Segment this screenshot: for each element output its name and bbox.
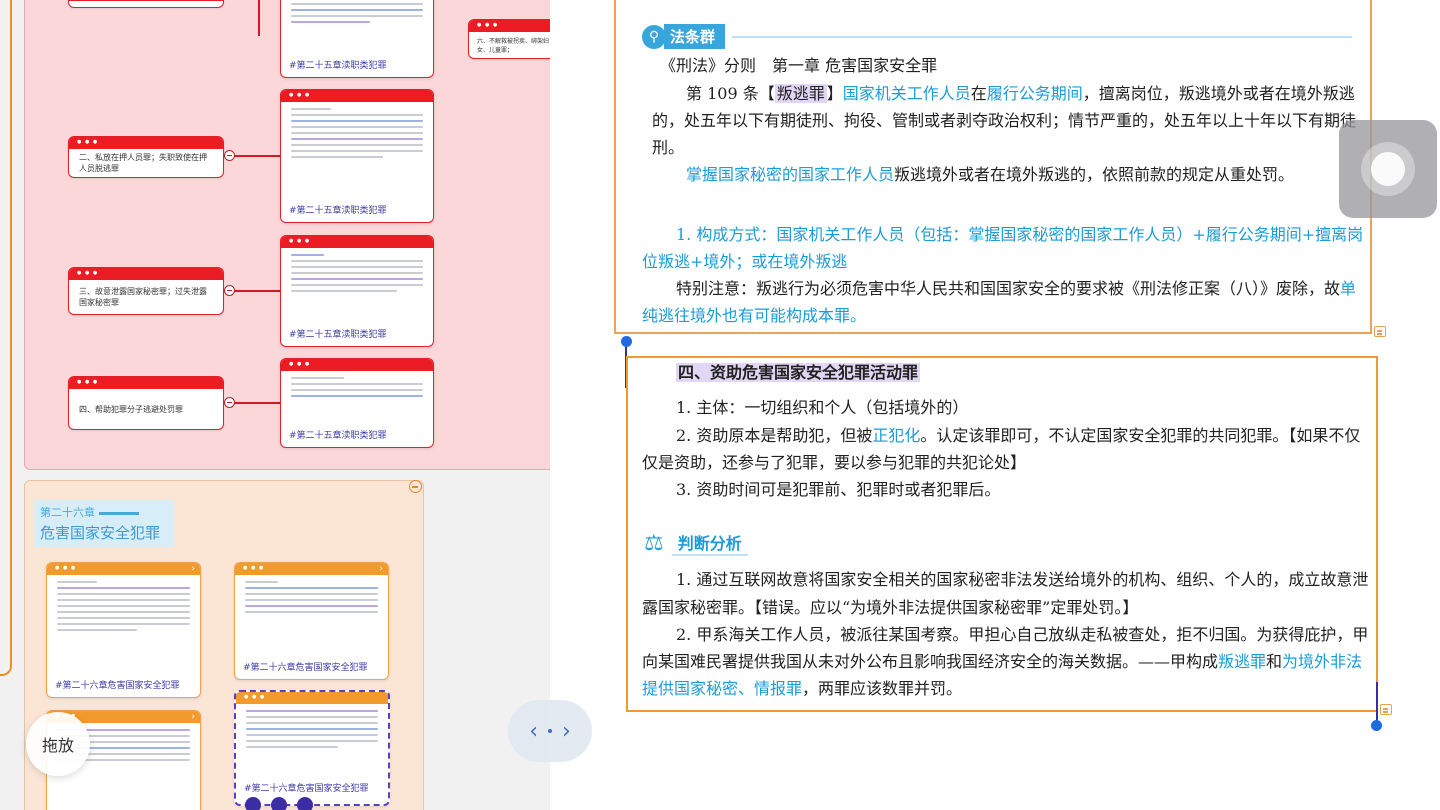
selection-handle-line xyxy=(1376,682,1378,724)
judge-q2-line1: 2. 甲系海关工作人员，被派往某国考察。甲担心自己放纵走私被查处，拒不归国。为获… xyxy=(676,625,1369,644)
tool-icon[interactable] xyxy=(271,797,287,810)
chevron-right-icon[interactable]: › xyxy=(191,563,195,575)
note-card[interactable]: › #第二十六章危害国家安全犯罪 xyxy=(46,562,201,698)
collapse-knob-icon[interactable] xyxy=(224,150,235,161)
card-toolbar xyxy=(245,797,313,810)
mindmap-node-3[interactable]: 三、故意泄露国家秘密罪；过失泄露国家秘密罪 xyxy=(68,267,224,315)
note-card[interactable]: #第二十五章渎职类犯罪 xyxy=(280,89,434,223)
section-4-point-2: 2. 资助原本是帮助犯，但被正犯化。认定该罪即可，不认定国家安全犯罪的共同犯罪。… xyxy=(676,426,1361,445)
section-4-point-3: 3. 资助时间可是犯罪前、犯罪时或者犯罪后。 xyxy=(676,480,1001,499)
judge-label: 判断分析 xyxy=(671,530,748,556)
composition-line1: 1. 构成方式：国家机关工作人员（包括：掌握国家秘密的国家工作人员）+履行公务期… xyxy=(676,225,1364,244)
card-tag: #第二十六章危害国家安全犯罪 xyxy=(244,784,369,794)
assistive-touch-button[interactable] xyxy=(1339,120,1437,218)
selection-handle-dot[interactable] xyxy=(1371,720,1382,731)
article-109-line1: 第 109 条【 叛逃罪 】国家机关工作人员在履行公务期间，擅离岗位，叛逃境外或者在… xyxy=(686,84,1355,103)
mindmap-node-6[interactable]: 六、不解救被拐卖、绑架妇女、儿童罪； xyxy=(468,19,550,59)
judge-q1-line1: 1. 通过互联网故意将国家安全相关的国家秘密非法发送给境外的机构、组织、个人的，… xyxy=(676,570,1369,589)
section-4-point-2-cont: 仅是资助，还参与了犯罪，要以参与犯罪的共犯论处】 xyxy=(642,453,1027,472)
tool-icon[interactable] xyxy=(245,797,261,810)
note-icon[interactable] xyxy=(1374,326,1386,337)
divider xyxy=(732,36,1352,38)
card-tag: #第二十五章渎职类犯罪 xyxy=(289,330,387,340)
card-tag: #第二十五章渎职类犯罪 xyxy=(289,431,387,441)
law-heading: 《刑法》分则 第一章 危害国家安全罪 xyxy=(660,56,938,75)
note-card[interactable]: #第二十五章渎职类犯罪 xyxy=(280,358,434,448)
note-card[interactable]: #第二十五章渎职类犯罪 xyxy=(280,235,434,347)
special-note-line2: 纯逃往境外也有可能构成本罪。 xyxy=(642,306,867,325)
judge-analysis-header: ⚖ 判断分析 xyxy=(644,530,748,556)
node-label: 四、帮助犯罪分子逃避处罚罪 xyxy=(79,404,183,414)
chapter-number: 第二十六章 xyxy=(40,506,95,519)
chevron-right-icon[interactable]: › xyxy=(562,719,571,744)
mindmap-node-2[interactable]: 二、私放在押人员罪；失职致使在押人员脱逃罪 xyxy=(68,136,224,178)
section-4-title: 四、资助危害国家安全犯罪活动罪 xyxy=(676,363,921,382)
card-tag: #第二十六章危害国家安全犯罪 xyxy=(55,681,180,691)
drag-drop-button[interactable]: 拖放 xyxy=(26,712,90,776)
card-tag: #第二十五章渎职类犯罪 xyxy=(289,206,387,216)
note-icon[interactable] xyxy=(1380,704,1392,715)
card-tag: #第二十六章危害国家安全犯罪 xyxy=(243,663,368,673)
group-collapse-icon[interactable] xyxy=(409,480,422,493)
collapse-knob-icon[interactable] xyxy=(224,285,235,296)
document-pane[interactable]: ⚲ 法条群 《刑法》分则 第一章 危害国家安全罪 第 109 条【 叛逃罪 】国家机… xyxy=(550,0,1440,810)
selection-handle-dot[interactable] xyxy=(621,336,632,347)
section-4-point-1: 1. 主体：一切组织和个人（包括境外的） xyxy=(676,398,969,417)
outer-group-border xyxy=(0,0,12,676)
judge-q1-line2: 露国家秘密罪。【错误。应以“为境外非法提供国家秘密罪”定罪处罚。】 xyxy=(642,598,1139,617)
chapter-name: 危害国家安全犯罪 xyxy=(40,524,161,542)
connector xyxy=(258,0,260,36)
article-109-line2: 的，处五年以下有期徒刑、拘役、管制或者剥夺政治权利；情节严重的，处五年以上十年以… xyxy=(652,111,1357,130)
mindmap-node-top[interactable] xyxy=(68,0,224,8)
article-109-line3: 刑。 xyxy=(652,138,685,157)
node-label: 三、故意泄露国家秘密罪；过失泄露国家秘密罪 xyxy=(79,287,207,307)
node-label: 六、不解救被拐卖、绑架妇女、儿童罪； xyxy=(477,38,550,54)
chevron-right-icon[interactable]: › xyxy=(191,711,195,723)
card-tag: #第二十五章渎职类犯罪 xyxy=(289,61,387,71)
mindmap-node-4[interactable]: 四、帮助犯罪分子逃避处罚罪 xyxy=(68,376,224,430)
mindmap-canvas[interactable]: 二、私放在押人员罪；失职致使在押人员脱逃罪 三、故意泄露国家秘密罪；过失泄露国家… xyxy=(0,0,550,810)
tool-icon[interactable] xyxy=(297,797,313,810)
judge-q2-line2: 向某国难民署提供我国从未对外公布且影响我国经济安全的海关数据。——甲构成叛逃罪和… xyxy=(642,652,1363,671)
note-card[interactable]: › #第二十六章危害国家安全犯罪 xyxy=(234,562,389,680)
note-card[interactable]: #第二十五章渎职类犯罪 xyxy=(280,0,434,78)
law-group-badge: ⚲ 法条群 xyxy=(642,24,726,49)
paperclip-icon: ⚲ xyxy=(642,24,666,49)
handle-dot xyxy=(548,729,552,733)
judge-q2-line3: 提供国家秘密、情报罪，两罪应该数罪并罚。 xyxy=(642,679,963,698)
special-note: 特别注意：叛逃行为必须危害中华人民共和国国家安全的要求被《刑法修正案（八）》废除… xyxy=(676,279,1357,298)
selected-note-card[interactable]: #第二十六章危害国家安全犯罪 xyxy=(234,690,390,806)
gavel-icon: ⚖ xyxy=(644,530,664,556)
chevron-right-icon[interactable]: › xyxy=(379,563,383,575)
secret-paragraph: 掌握国家秘密的国家工作人员叛逃境外或者在境外叛逃的，依照前款的规定从重处罚。 xyxy=(686,165,1295,184)
collapse-knob-icon[interactable] xyxy=(224,397,235,408)
chevron-left-icon[interactable]: ‹ xyxy=(529,719,538,744)
law-badge-label: 法条群 xyxy=(664,24,726,49)
composition-line2: 位叛逃+境外；或在境外叛逃 xyxy=(642,252,848,271)
split-view-handle[interactable]: ‹ › xyxy=(508,700,592,762)
node-label: 二、私放在押人员罪；失职致使在押人员脱逃罪 xyxy=(79,153,207,173)
chapter-26-title: 第二十六章 危害国家安全犯罪 xyxy=(34,500,174,547)
